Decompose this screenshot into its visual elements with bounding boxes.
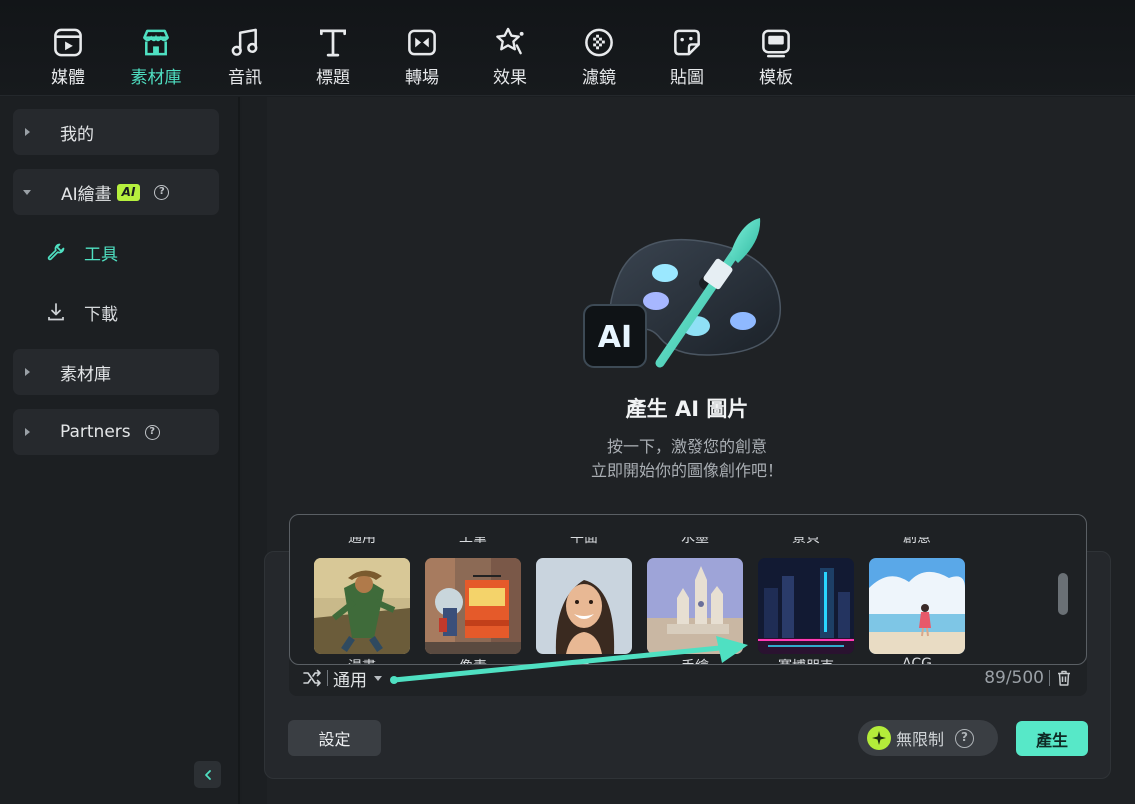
tab-audio[interactable]: 音訊 xyxy=(210,26,280,88)
style-thumb-acg[interactable] xyxy=(869,558,965,654)
sidebar-group-label: 素材庫 xyxy=(60,364,111,385)
sidebar-item-label: 下載 xyxy=(84,304,118,325)
tab-label: 濾鏡 xyxy=(582,68,616,88)
sidebar: 我的 AI繪畫 AI ? 工具 下載 素材庫 Partners ? xyxy=(0,97,240,804)
transition-icon xyxy=(408,29,436,56)
hero-subtitle-line2: 立即開始你的圖像創作吧！ xyxy=(590,461,783,480)
top-toolbar: 媒體 素材庫 音訊 標題 轉場 效果 濾鏡 貼圖 模板 xyxy=(0,0,1135,96)
settings-button[interactable]: 設定 xyxy=(288,720,381,756)
style-row-label: 水墨 xyxy=(681,530,709,546)
caret-down-icon xyxy=(23,189,31,195)
help-icon[interactable]: ? xyxy=(154,184,170,200)
download-icon xyxy=(48,303,64,321)
ai-badge: AI xyxy=(116,183,141,201)
style-row-label: 平面 xyxy=(570,530,598,546)
style-dropdown[interactable]: 通用 xyxy=(333,666,382,691)
unlimited-credits-button[interactable]: 無限制 ? xyxy=(858,720,998,756)
style-row-label: 景貝 xyxy=(792,530,820,546)
ai-palette-illustration: AI xyxy=(583,218,781,368)
tab-effects[interactable]: 效果 xyxy=(475,26,545,88)
media-icon xyxy=(54,28,82,57)
sidebar-group-label: 我的 xyxy=(60,124,94,145)
trash-icon[interactable] xyxy=(1055,669,1073,687)
sparkle-icon xyxy=(867,726,891,750)
tab-label: 標題 xyxy=(316,68,350,88)
tab-titles[interactable]: 標題 xyxy=(298,26,368,88)
sidebar-group-partners[interactable]: Partners ? xyxy=(13,409,219,455)
shuffle-icon[interactable] xyxy=(302,668,322,688)
help-icon[interactable]: ? xyxy=(144,424,160,440)
divider xyxy=(1049,670,1050,686)
divider xyxy=(327,670,328,686)
style-row-label: 通用 xyxy=(348,530,376,546)
tab-label: 媒體 xyxy=(51,68,85,88)
template-icon xyxy=(762,29,790,58)
tab-transitions[interactable]: 轉場 xyxy=(387,26,457,88)
music-icon xyxy=(231,28,258,56)
tab-label: 素材庫 xyxy=(130,68,182,88)
unlimited-label: 無限制 xyxy=(896,730,945,749)
style-label: ACG xyxy=(902,656,932,665)
generate-button[interactable]: 產生 xyxy=(1016,721,1088,756)
hero-subtitle: 按一下，激發您的創意 立即開始你的圖像創作吧！ xyxy=(512,435,862,483)
sidebar-item-download[interactable]: 下載 xyxy=(46,297,118,327)
popup-scrollbar[interactable] xyxy=(1058,573,1068,615)
tab-label: 效果 xyxy=(493,68,527,88)
title-icon xyxy=(319,29,347,57)
annotation-arrow xyxy=(390,636,748,684)
tab-label: 貼圖 xyxy=(670,68,704,88)
style-row-label: 工筆 xyxy=(459,530,487,546)
sticker-icon xyxy=(674,29,700,56)
sidebar-item-tools[interactable]: 工具 xyxy=(46,237,118,267)
sidebar-group-ai-painting[interactable]: AI繪畫 AI ? xyxy=(13,169,219,215)
effects-icon xyxy=(496,27,524,55)
caret-right-icon xyxy=(25,128,30,136)
sidebar-item-label: 工具 xyxy=(84,244,118,265)
tab-label: 模板 xyxy=(759,68,793,88)
tab-label: 轉場 xyxy=(405,68,439,88)
chevron-left-icon xyxy=(204,769,211,780)
tab-label: 音訊 xyxy=(228,68,262,88)
tab-templates[interactable]: 模板 xyxy=(741,26,811,88)
tab-filters[interactable]: 濾鏡 xyxy=(564,26,634,88)
caret-right-icon xyxy=(25,428,30,436)
collapse-sidebar-button[interactable] xyxy=(194,761,221,788)
hero-title: 產生 AI 圖片 xyxy=(625,397,749,421)
style-thumb-cyberpunk[interactable] xyxy=(758,558,854,654)
wrench-icon xyxy=(47,243,65,261)
char-counter: 89/500 xyxy=(984,668,1044,688)
ai-logo-text: AI xyxy=(598,320,632,355)
style-label: 賽博朋克 xyxy=(758,656,854,664)
filter-icon xyxy=(585,28,613,57)
sidebar-group-label: AI繪畫 xyxy=(61,184,112,205)
sidebar-group-my[interactable]: 我的 xyxy=(13,109,219,155)
store-icon xyxy=(143,29,169,56)
help-icon[interactable]: ? xyxy=(955,728,975,748)
style-dropdown-value: 通用 xyxy=(333,670,367,691)
tab-media[interactable]: 媒體 xyxy=(33,26,103,88)
style-row-label: 創意 xyxy=(903,530,931,546)
sidebar-group-label: Partners xyxy=(60,422,131,442)
hero-subtitle-line1: 按一下，激發您的創意 xyxy=(606,437,767,456)
tab-stickers[interactable]: 貼圖 xyxy=(652,26,722,88)
sidebar-group-library[interactable]: 素材庫 xyxy=(13,349,219,395)
tab-store[interactable]: 素材庫 xyxy=(121,26,191,88)
caret-right-icon xyxy=(25,368,30,376)
